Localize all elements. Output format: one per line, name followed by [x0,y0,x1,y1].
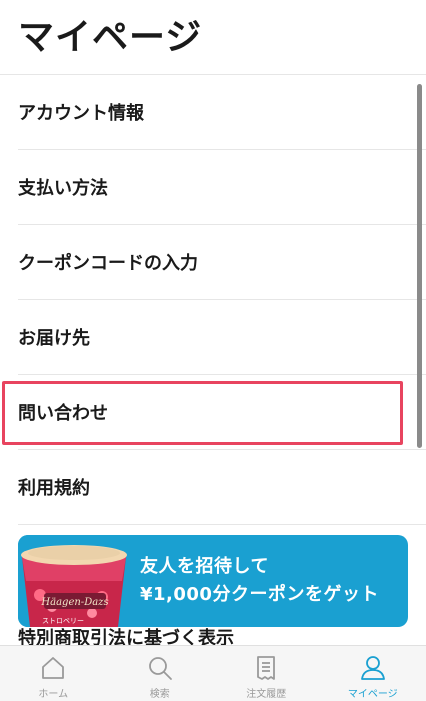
page-title: マイページ [18,16,202,60]
tab-label: 注文履歴 [246,685,286,700]
invite-banner[interactable]: Häagen-Dazs ストロベリー 友人を招待して ¥1,000分クーポンをゲ… [18,535,408,627]
menu-item-contact[interactable]: 問い合わせ [18,375,426,450]
menu-item-label: 支払い方法 [18,174,108,200]
menu-item-coupon-code[interactable]: クーポンコードの入力 [18,225,426,300]
menu-list: アカウント情報 支払い方法 クーポンコードの入力 お届け先 問い合わせ 利用規約 [0,75,426,525]
tab-mypage[interactable]: マイページ [320,646,426,701]
menu-item-payment-method[interactable]: 支払い方法 [18,150,426,225]
tab-label: 検索 [150,685,170,700]
tab-search[interactable]: 検索 [107,646,214,701]
banner-text: 友人を招待して ¥1,000分クーポンをゲット [140,553,379,609]
search-icon [146,654,174,682]
menu-item-label: クーポンコードの入力 [18,249,198,275]
menu-item-delivery-address[interactable]: お届け先 [18,300,426,375]
menu-item-account-info[interactable]: アカウント情報 [18,75,426,150]
home-icon [39,654,67,682]
tab-home[interactable]: ホーム [0,646,107,701]
tab-label: ホーム [38,685,68,700]
tab-bar: ホーム 検索 注文履歴 マイページ [0,645,426,701]
banner-brand-text: Häagen-Dazs [40,597,108,608]
receipt-icon [252,654,280,682]
tab-label: マイページ [348,685,398,700]
menu-item-label: 利用規約 [18,474,90,500]
banner-line-2: ¥1,000分クーポンをゲット [140,581,379,609]
banner-line-1: 友人を招待して [140,553,379,581]
menu-item-label: 問い合わせ [18,399,108,425]
page-header: マイページ [0,0,426,75]
user-icon [359,654,387,682]
menu-item-terms[interactable]: 利用規約 [18,450,426,525]
menu-item-label: アカウント情報 [18,99,144,125]
scrollbar[interactable] [417,84,422,448]
tab-order-history[interactable]: 注文履歴 [213,646,320,701]
menu-item-label: お届け先 [18,324,90,350]
ice-cream-cup-image: Häagen-Dazs ストロベリー [18,535,130,627]
